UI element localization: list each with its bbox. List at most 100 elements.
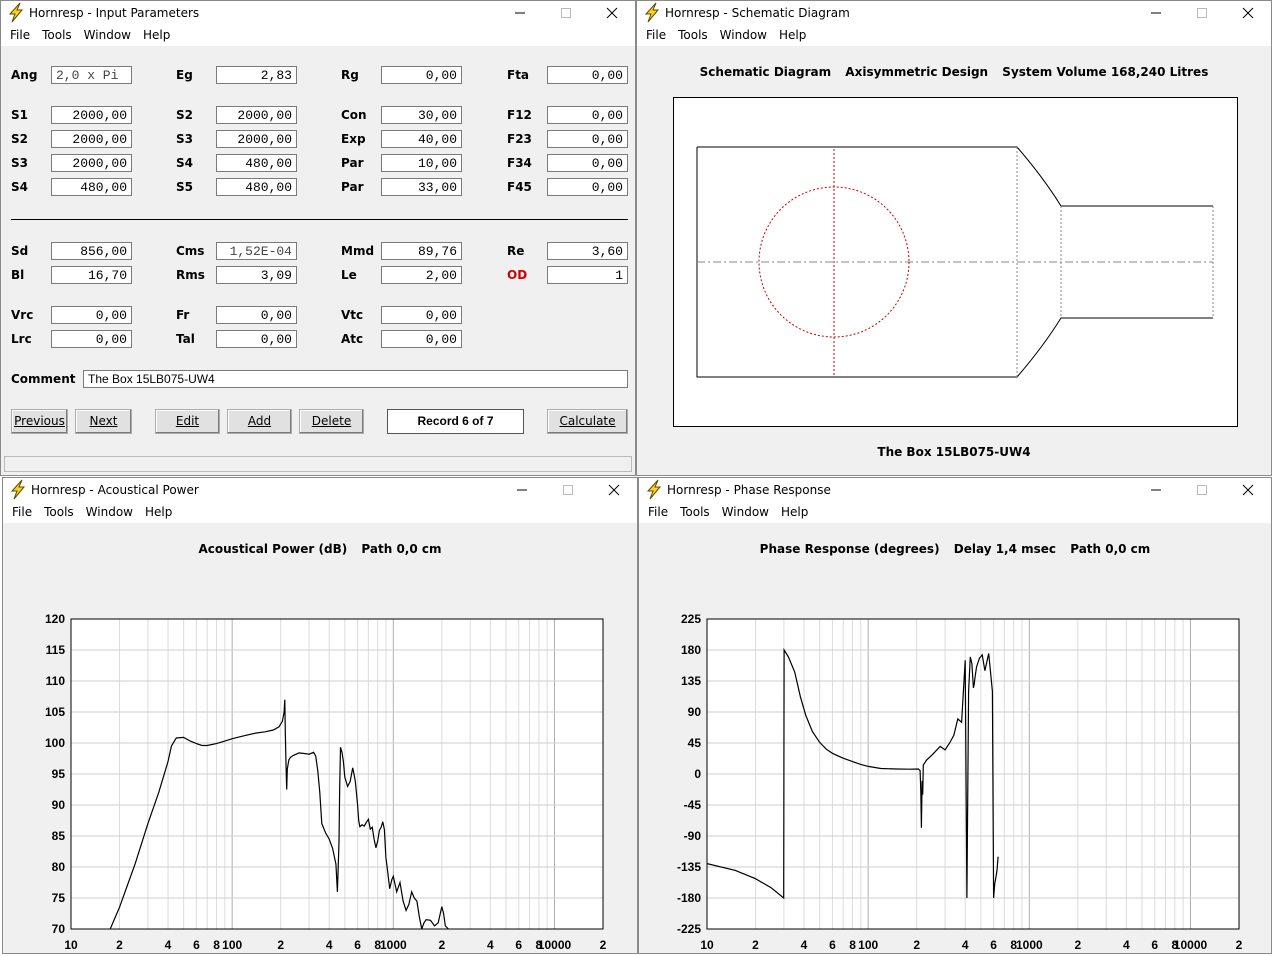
previous-button[interactable]: Previous (11, 409, 68, 434)
param-input-sd[interactable]: 856,00 (51, 242, 132, 260)
delete-button[interactable]: Delete (299, 409, 364, 434)
param-input-atc[interactable]: 0,00 (381, 330, 462, 348)
param-input-cms[interactable]: 1,52E-04 (216, 242, 297, 260)
x-tick-label: 4 (326, 938, 333, 952)
comment-input[interactable]: The Box 15LB075-UW4 (83, 370, 628, 388)
minimize-button[interactable] (497, 1, 543, 24)
param-label-rms: Rms (176, 268, 205, 282)
param-input-con[interactable]: 30,00 (381, 106, 462, 124)
phase-chart-panel: Phase Response (degrees) Delay 1,4 msec … (639, 523, 1271, 953)
y-tick-label: -135 (677, 860, 701, 874)
menu-help[interactable]: Help (773, 28, 812, 42)
edit-button[interactable]: Edit (155, 409, 220, 434)
close-button[interactable] (591, 478, 637, 501)
param-input-bl[interactable]: 16,70 (51, 266, 132, 284)
param-input-eg[interactable]: 2,83 (216, 66, 297, 84)
param-input-fta[interactable]: 0,00 (547, 66, 628, 84)
close-icon (1242, 484, 1254, 495)
param-input-rg[interactable]: 0,00 (381, 66, 462, 84)
acoustical-power-window[interactable]: Hornresp - Acoustical Power File Tools W… (2, 477, 638, 954)
param-input-s2[interactable]: 2000,00 (51, 130, 132, 148)
param-input-s3[interactable]: 2000,00 (51, 154, 132, 172)
menu-file[interactable]: File (4, 28, 36, 42)
param-label-mmd: Mmd (341, 244, 375, 258)
close-button[interactable] (589, 1, 635, 24)
menu-window[interactable]: Window (716, 505, 775, 519)
y-tick-label: -225 (677, 922, 701, 936)
param-input-mmd[interactable]: 89,76 (381, 242, 462, 260)
param-input-par[interactable]: 10,00 (381, 154, 462, 172)
param-input-le[interactable]: 2,00 (381, 266, 462, 284)
menu-file[interactable]: File (640, 28, 672, 42)
param-input-fr[interactable]: 0,00 (216, 306, 297, 324)
x-tick-label: 10000 (1174, 938, 1208, 952)
menu-window[interactable]: Window (714, 28, 773, 42)
param-input-vrc[interactable]: 0,00 (51, 306, 132, 324)
maximize-button[interactable] (1179, 478, 1225, 501)
menu-tools[interactable]: Tools (38, 505, 80, 519)
input-window-titlebar[interactable]: Hornresp - Input Parameters (1, 1, 635, 24)
param-input-s4[interactable]: 480,00 (216, 154, 297, 172)
param-input-ang[interactable]: 2,0 x Pi (51, 66, 132, 84)
menu-tools[interactable]: Tools (36, 28, 78, 42)
param-input-s4[interactable]: 480,00 (51, 178, 132, 196)
menu-window[interactable]: Window (80, 505, 139, 519)
param-input-f23[interactable]: 0,00 (547, 130, 628, 148)
close-button[interactable] (1225, 478, 1271, 501)
input-parameters-window[interactable]: Hornresp - Input Parameters File Tools W… (0, 0, 636, 476)
param-input-exp[interactable]: 40,00 (381, 130, 462, 148)
param-input-re[interactable]: 3,60 (547, 242, 628, 260)
x-tick-label: 8 (849, 938, 856, 952)
maximize-button[interactable] (545, 478, 591, 501)
menu-help[interactable]: Help (775, 505, 814, 519)
param-input-vtc[interactable]: 0,00 (381, 306, 462, 324)
schematic-diagram-window[interactable]: Hornresp - Schematic Diagram File Tools … (636, 0, 1272, 476)
param-label-cms: Cms (176, 244, 205, 258)
param-label-f12: F12 (507, 108, 532, 122)
schematic-window-titlebar[interactable]: Hornresp - Schematic Diagram (637, 1, 1271, 24)
close-icon (608, 484, 620, 495)
close-button[interactable] (1225, 1, 1271, 24)
param-input-f34[interactable]: 0,00 (547, 154, 628, 172)
x-tick-label: 6 (1151, 938, 1158, 952)
param-input-s3[interactable]: 2000,00 (216, 130, 297, 148)
x-tick-label: 6 (829, 938, 836, 952)
phase-response-window[interactable]: Hornresp - Phase Response File Tools Win… (638, 477, 1272, 954)
param-label-sd: Sd (11, 244, 29, 258)
menu-tools[interactable]: Tools (672, 28, 714, 42)
y-tick-label: 95 (52, 767, 66, 781)
param-input-rms[interactable]: 3,09 (216, 266, 297, 284)
menu-help[interactable]: Help (139, 505, 178, 519)
menu-file[interactable]: File (6, 505, 38, 519)
minimize-button[interactable] (499, 478, 545, 501)
param-input-f12[interactable]: 0,00 (547, 106, 628, 124)
hornresp-lightning-icon (646, 479, 662, 500)
power-window-titlebar[interactable]: Hornresp - Acoustical Power (3, 478, 637, 501)
minimize-button[interactable] (1133, 1, 1179, 24)
param-input-s5[interactable]: 480,00 (216, 178, 297, 196)
param-input-lrc[interactable]: 0,00 (51, 330, 132, 348)
menu-help[interactable]: Help (137, 28, 176, 42)
param-input-s2[interactable]: 2000,00 (216, 106, 297, 124)
phase-window-titlebar[interactable]: Hornresp - Phase Response (639, 478, 1271, 501)
menu-file[interactable]: File (642, 505, 674, 519)
add-button[interactable]: Add (227, 409, 292, 434)
minimize-button[interactable] (1133, 478, 1179, 501)
param-label-f34: F34 (507, 156, 532, 170)
param-input-od[interactable]: 1 (547, 266, 628, 284)
param-label-od: OD (507, 268, 528, 282)
next-button[interactable]: Next (75, 409, 132, 434)
x-tick-label: 2 (1074, 938, 1081, 952)
y-tick-label: 105 (45, 705, 65, 719)
param-label-s1: S1 (11, 108, 28, 122)
maximize-button[interactable] (543, 1, 589, 24)
maximize-button[interactable] (1179, 1, 1225, 24)
menu-window[interactable]: Window (78, 28, 137, 42)
param-input-par[interactable]: 33,00 (381, 178, 462, 196)
param-input-s1[interactable]: 2000,00 (51, 106, 132, 124)
param-input-tal[interactable]: 0,00 (216, 330, 297, 348)
x-tick-label: 10 (700, 938, 714, 952)
calculate-button[interactable]: Calculate (547, 409, 628, 434)
param-input-f45[interactable]: 0,00 (547, 178, 628, 196)
menu-tools[interactable]: Tools (674, 505, 716, 519)
